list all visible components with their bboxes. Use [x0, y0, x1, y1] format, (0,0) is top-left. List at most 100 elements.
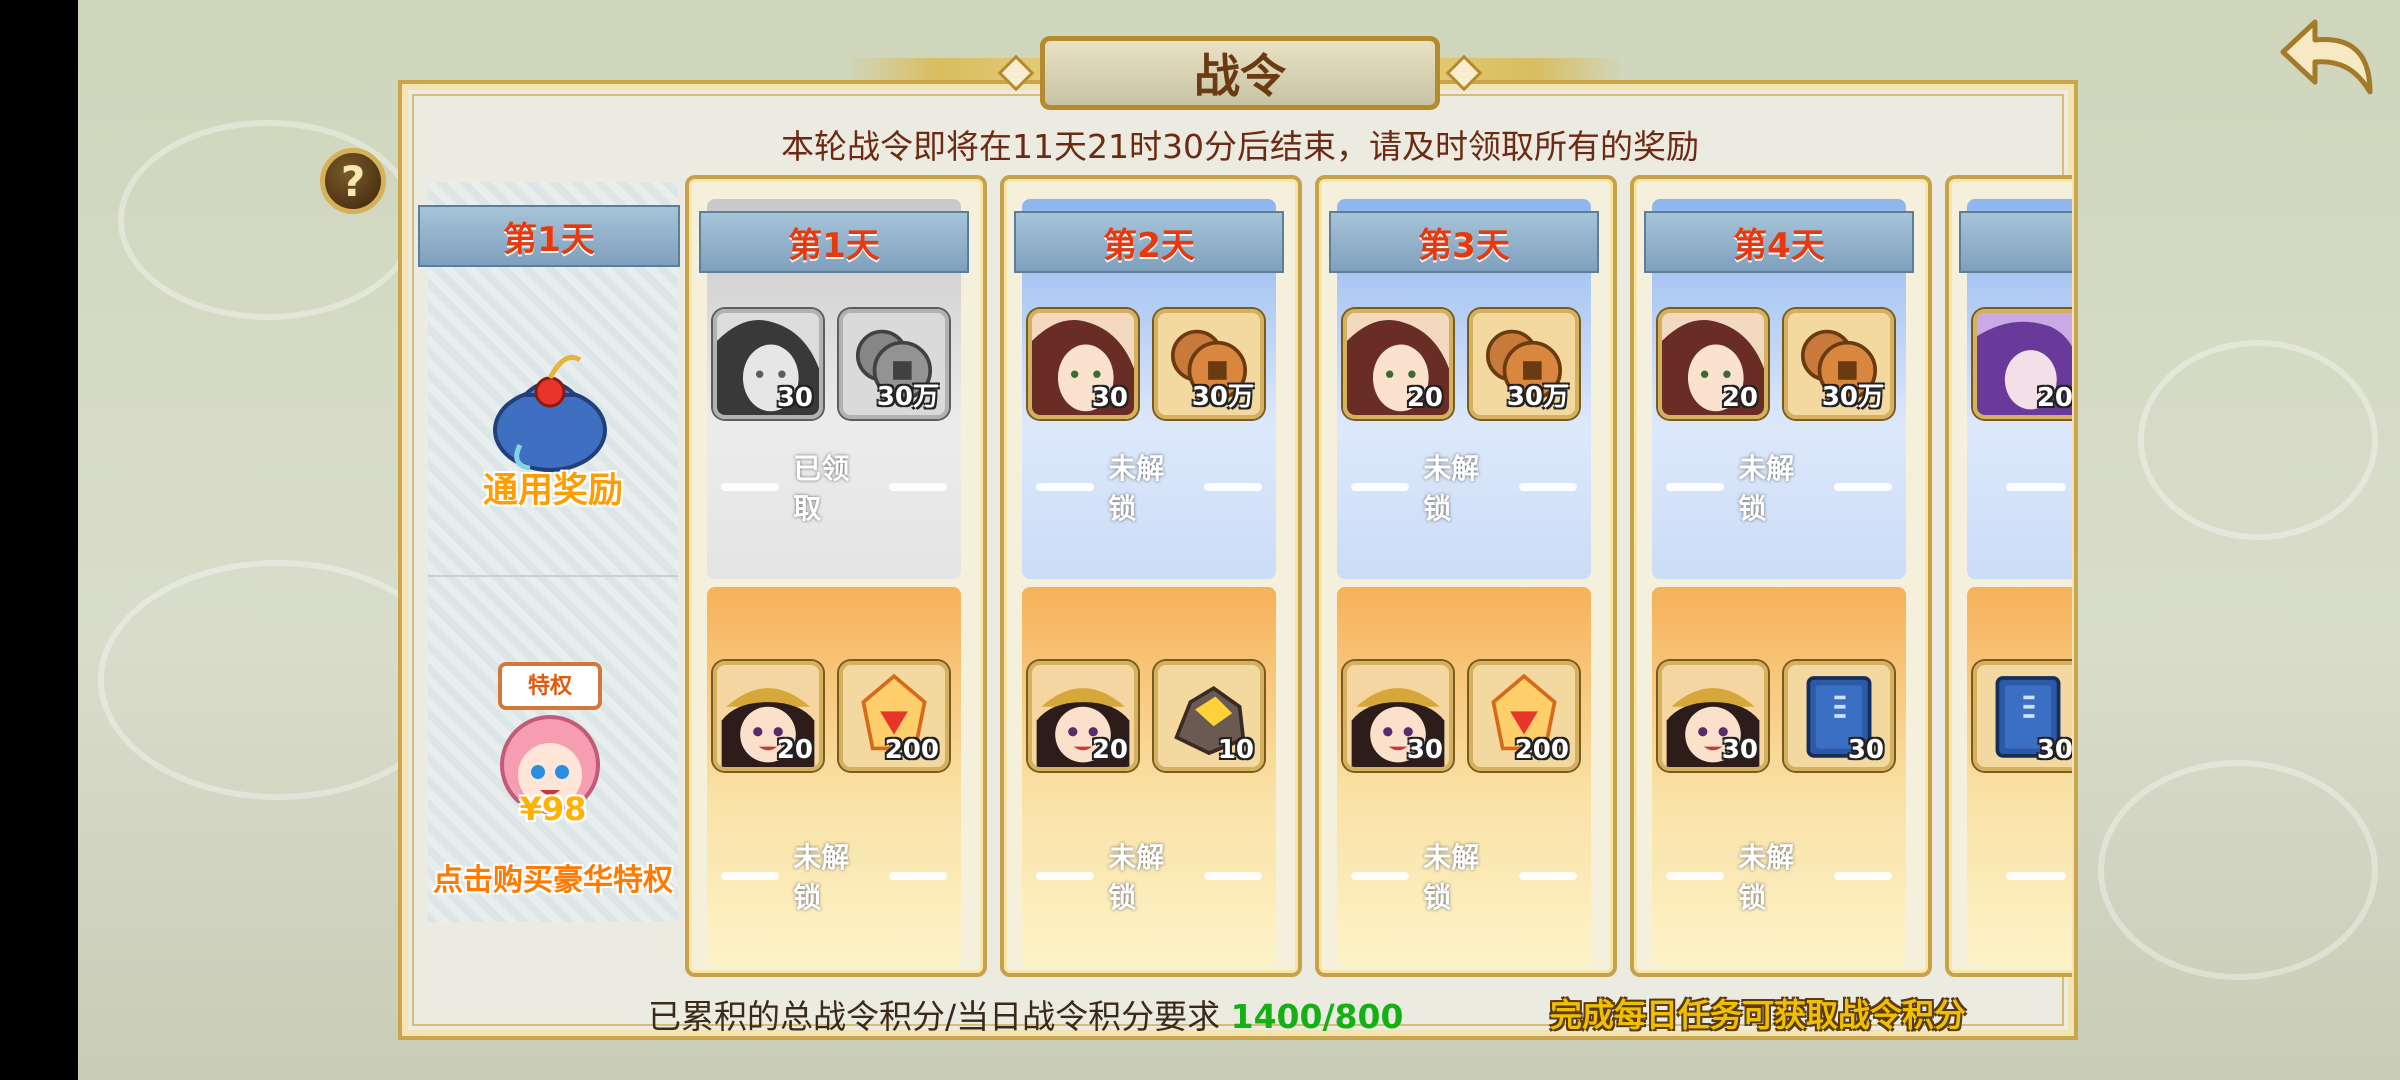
- free-status: 未: [1967, 462, 2072, 512]
- gold-ore-icon[interactable]: 10: [1154, 661, 1264, 771]
- day-header-label: 第1天: [788, 225, 880, 266]
- wing-ornament: [888, 483, 947, 491]
- free-status: 未解锁: [1022, 452, 1276, 525]
- wing-ornament: [721, 483, 780, 491]
- boy-portrait-icon[interactable]: 20: [713, 661, 823, 771]
- item-quantity: 20: [1091, 735, 1128, 765]
- item-quantity: 20: [776, 735, 813, 765]
- premium-status: 未: [1967, 851, 2072, 901]
- wing-ornament: [1518, 483, 1577, 491]
- status-label: 未解锁: [793, 841, 850, 914]
- help-button[interactable]: ?: [320, 148, 386, 214]
- day-header: 第: [1959, 211, 2072, 273]
- free-status: 未解锁: [1652, 452, 1906, 525]
- coin-icon[interactable]: 30万: [1154, 309, 1264, 419]
- points-value: 1400/800: [1230, 997, 1404, 1036]
- girl-portrait-icon[interactable]: 20: [1658, 309, 1768, 419]
- left-black-bar: [0, 0, 78, 1080]
- wing-ornament: [1036, 483, 1095, 491]
- day-card[interactable]: 第3天 20 30万 30 200 未解锁 未解锁: [1315, 175, 1617, 977]
- premium-reward-panel[interactable]: [1967, 587, 2072, 967]
- wing-ornament: [1666, 872, 1725, 880]
- item-quantity: 30: [1091, 383, 1128, 413]
- premium-status: 未解锁: [1652, 841, 1906, 914]
- wing-ornament: [1518, 872, 1577, 880]
- wing-ornament: [1203, 483, 1262, 491]
- boy-portrait-icon[interactable]: 30: [1658, 661, 1768, 771]
- day-card[interactable]: 第2天 30 30万 20 10 未解锁 未解锁: [1000, 175, 1302, 977]
- item-quantity: 30万: [876, 382, 939, 412]
- points-label: 已累积的总战令积分/当日战令积分要求: [648, 997, 1221, 1036]
- premium-status: 未解锁: [1337, 841, 1591, 914]
- back-arrow-icon: [2280, 19, 2373, 95]
- day-header-label: 第2天: [1103, 225, 1195, 266]
- coin-icon[interactable]: 30万: [1469, 309, 1579, 419]
- wing-ornament: [2005, 483, 2066, 491]
- day-header: 第1天: [699, 211, 969, 273]
- item-quantity: 10: [1217, 735, 1254, 765]
- question-mark-icon: ?: [340, 156, 366, 206]
- premium-price: ¥98: [519, 790, 587, 828]
- day-header: 第2天: [1014, 211, 1284, 273]
- girl-portrait-icon[interactable]: 30: [1028, 309, 1138, 419]
- item-quantity: 30: [1721, 735, 1758, 765]
- day-header: 第4天: [1644, 211, 1914, 273]
- free-status: 未解锁: [1337, 452, 1591, 525]
- title-plate: 战令: [1040, 36, 1440, 110]
- general-reward-label: 通用奖励: [482, 471, 623, 511]
- status-label: 未解锁: [1108, 452, 1165, 525]
- premium-status: 未解锁: [707, 841, 961, 914]
- boy-portrait-icon[interactable]: 20: [1028, 661, 1138, 771]
- day-card[interactable]: 第1天 30 30万 20 200 已领取未解锁: [685, 175, 987, 977]
- points-summary: 已累积的总战令积分/当日战令积分要求 1400/800: [648, 990, 1403, 1038]
- coin-icon[interactable]: 30万: [839, 309, 949, 419]
- crystal-icon[interactable]: 200: [1469, 661, 1579, 771]
- item-quantity: 30万: [1821, 382, 1884, 412]
- girl-portrait-icon[interactable]: 30: [713, 309, 823, 419]
- wing-ornament: [1666, 483, 1725, 491]
- left-day-header: 第1天: [418, 205, 680, 267]
- item-quantity: 20: [1721, 383, 1758, 413]
- boy-portrait-icon[interactable]: 30: [1343, 661, 1453, 771]
- game-screen: 战令 ? 本轮战令即将在11天21时30分后结束，请及时领取所有的奖励 第1天 …: [0, 0, 2400, 1080]
- girl-portrait-icon[interactable]: 20: [1343, 309, 1453, 419]
- item-quantity: 30万: [1191, 382, 1254, 412]
- wing-ornament: [721, 872, 780, 880]
- item-quantity: 200: [1514, 735, 1569, 765]
- background-cloud: [118, 120, 418, 320]
- item-quantity: 20: [1406, 383, 1443, 413]
- premium-status: 未解锁: [1022, 841, 1276, 914]
- buy-premium-link[interactable]: 点击购买豪华特权: [418, 855, 688, 899]
- status-label: 未解锁: [1108, 841, 1165, 914]
- item-quantity: 30: [2036, 735, 2072, 765]
- blue-book-icon[interactable]: 30: [1973, 661, 2072, 771]
- wing-ornament: [1203, 872, 1262, 880]
- day-header: 第3天: [1329, 211, 1599, 273]
- blue-book-icon[interactable]: 30: [1784, 661, 1894, 771]
- column-divider: [428, 575, 678, 577]
- wing-ornament: [1351, 872, 1410, 880]
- item-quantity: 200: [884, 735, 939, 765]
- day-header-label: 第4天: [1733, 225, 1825, 266]
- coin-icon[interactable]: 30万: [1784, 309, 1894, 419]
- item-quantity: 20: [2036, 383, 2072, 413]
- status-label: 未解锁: [1738, 841, 1795, 914]
- countdown-text: 本轮战令即将在11天21时30分后结束，请及时领取所有的奖励: [781, 127, 1699, 166]
- day-card[interactable]: 第2030未未: [1945, 175, 2072, 977]
- days-scroll-area[interactable]: 第1天 30 30万 20 200 已领取 未解锁 第2天 30 30万 20 10 未解锁 未解锁 第3天…: [680, 170, 2072, 980]
- wing-ornament: [1833, 872, 1892, 880]
- free-status: 已领取: [707, 452, 961, 525]
- wing-ornament: [1833, 483, 1892, 491]
- item-quantity: 30万: [1506, 382, 1569, 412]
- background-cloud: [2098, 760, 2378, 980]
- wing-ornament: [2005, 872, 2066, 880]
- left-day-header-label: 第1天: [503, 219, 595, 260]
- wing-ornament: [1351, 483, 1410, 491]
- background-cloud: [2138, 340, 2378, 540]
- points-hint: 完成每日任务可获取战令积分: [1550, 996, 1967, 1034]
- item-quantity: 30: [776, 383, 813, 413]
- day-card[interactable]: 第4天 20 30万 30 30 未解锁 未解锁: [1630, 175, 1932, 977]
- purple-girl-portrait-icon[interactable]: 20: [1973, 309, 2072, 419]
- back-button[interactable]: [2275, 12, 2385, 102]
- crystal-icon[interactable]: 200: [839, 661, 949, 771]
